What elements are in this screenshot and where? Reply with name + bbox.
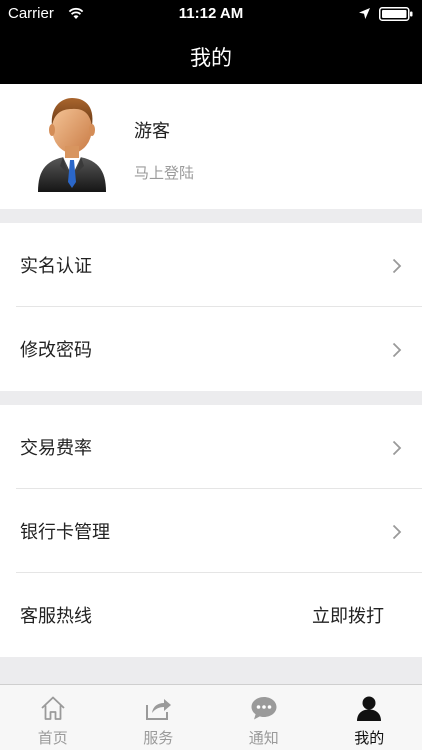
tab-label: 服务 [143, 729, 174, 747]
section-separator [0, 657, 422, 684]
menu-item-customer-hotline: 客服热线 立即拨打 [0, 573, 422, 657]
settings-group-account: 实名认证 修改密码 [0, 223, 422, 391]
tab-services[interactable]: 服务 [106, 685, 212, 750]
navigation-bar: 我的 [0, 28, 422, 84]
section-separator [0, 391, 422, 405]
tab-mine[interactable]: 我的 [317, 685, 422, 750]
chevron-right-icon [392, 258, 402, 274]
page-title: 我的 [190, 46, 232, 70]
avatar [38, 98, 106, 192]
menu-item-label: 修改密码 [20, 340, 92, 361]
share-icon [146, 699, 172, 720]
location-arrow-icon [359, 8, 370, 19]
chat-bubble-icon [251, 697, 277, 720]
chevron-right-icon [392, 342, 402, 358]
home-icon [41, 696, 65, 720]
tab-label: 首页 [37, 729, 68, 747]
menu-item-bank-card-management[interactable]: 银行卡管理 [0, 489, 422, 573]
status-bar: Carrier 11:12 AM [0, 0, 422, 28]
chevron-right-icon [392, 440, 402, 456]
profile-header[interactable]: 游客 马上登陆 [0, 84, 422, 209]
settings-group-services: 交易费率 银行卡管理 客服热线 立即拨打 [0, 405, 422, 657]
chevron-right-icon [392, 524, 402, 540]
tab-label: 我的 [354, 729, 385, 747]
call-now-button[interactable]: 立即拨打 [312, 602, 384, 628]
section-separator [0, 209, 422, 223]
menu-item-real-name-verification[interactable]: 实名认证 [0, 223, 422, 307]
menu-item-label: 实名认证 [20, 256, 92, 277]
login-link[interactable]: 马上登陆 [134, 162, 194, 183]
menu-item-change-password[interactable]: 修改密码 [0, 307, 422, 391]
menu-item-label: 交易费率 [20, 438, 92, 459]
menu-item-label: 客服热线 [20, 606, 92, 627]
menu-item-transaction-fee[interactable]: 交易费率 [0, 405, 422, 489]
tab-label: 通知 [248, 729, 279, 747]
person-icon [357, 696, 382, 721]
menu-item-label: 银行卡管理 [20, 522, 110, 543]
tab-notifications[interactable]: 通知 [211, 685, 317, 750]
username: 游客 [134, 121, 170, 142]
battery-icon [379, 7, 413, 21]
tab-home[interactable]: 首页 [0, 685, 106, 750]
tab-bar: 首页 服务 通知 我的 [0, 684, 422, 750]
